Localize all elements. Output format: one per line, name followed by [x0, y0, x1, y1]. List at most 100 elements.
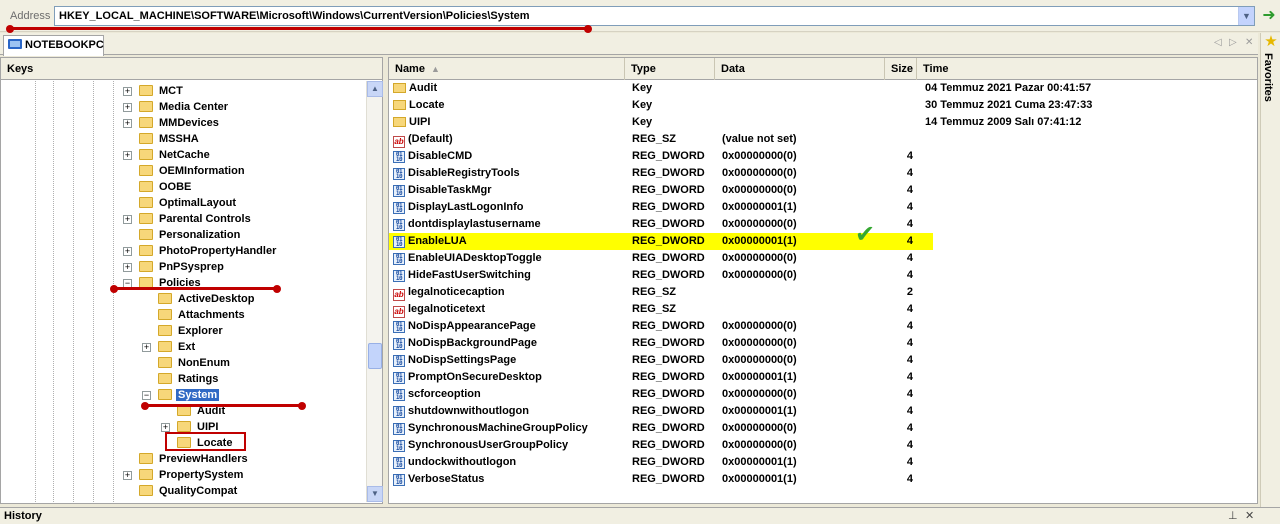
close-icon[interactable]: ✕: [1245, 509, 1254, 522]
collapse-icon[interactable]: −: [142, 391, 151, 400]
tree-item[interactable]: − System: [142, 387, 220, 403]
value-size-cell: 4: [885, 301, 913, 318]
address-input[interactable]: HKEY_LOCAL_MACHINE\SOFTWARE\Microsoft\Wi…: [54, 6, 1255, 26]
col-data[interactable]: Data: [715, 58, 885, 80]
value-row[interactable]: 01 10 NoDispSettingsPage REG_DWORD 0x0000000…: [389, 352, 1257, 369]
tree-item[interactable]: + Ext: [142, 339, 197, 355]
value-row[interactable]: 01 10 SynchronousUserGroupPolicy REG_DWORD 0…: [389, 437, 1257, 454]
expand-icon[interactable]: +: [123, 151, 132, 160]
value-row[interactable]: 01 10 EnableUIADesktopToggle REG_DWORD 0x000…: [389, 250, 1257, 267]
favorites-panel[interactable]: ★ Favorites: [1260, 33, 1280, 507]
value-name-cell: 01 10 NoDispAppearancePage: [393, 318, 625, 335]
value-row[interactable]: 01 10 DisableTaskMgr REG_DWORD 0x00000000(0)…: [389, 182, 1257, 199]
tree-item[interactable]: ActiveDesktop: [158, 291, 256, 307]
value-size-cell: 4: [885, 420, 913, 437]
value-name-cell: 01 10 DisableRegistryTools: [393, 165, 625, 182]
star-icon[interactable]: ★: [1263, 34, 1279, 50]
tab-next-icon[interactable]: ▷: [1229, 37, 1237, 48]
tree-guide-line: [35, 81, 36, 502]
tree-item[interactable]: + NetCache: [123, 147, 212, 163]
tree-item[interactable]: OOBE: [139, 179, 193, 195]
expand-icon[interactable]: +: [123, 119, 132, 128]
value-name: undockwithoutlogon: [408, 456, 517, 468]
scroll-up-icon[interactable]: ▲: [367, 81, 383, 97]
go-arrow-icon[interactable]: ➜: [1260, 7, 1278, 25]
value-row[interactable]: Locate Key 30 Temmuz 2021 Cuma 23:47:33: [389, 97, 1257, 114]
value-row[interactable]: 01 10 DisplayLastLogonInfo REG_DWORD 0x00000…: [389, 199, 1257, 216]
tree-item[interactable]: + PropertySystem: [123, 467, 245, 483]
tree-item[interactable]: Personalization: [139, 227, 242, 243]
value-data: 0x00000001(1): [722, 201, 797, 213]
value-type-cell: REG_DWORD: [632, 199, 718, 216]
value-size-cell: 4: [885, 267, 913, 284]
value-row[interactable]: ab legalnoticecaption REG_SZ 2: [389, 284, 1257, 301]
scroll-down-icon[interactable]: ▼: [367, 486, 383, 502]
value-row[interactable]: 01 10 SynchronousMachineGroupPolicy REG_DWO…: [389, 420, 1257, 437]
value-type: REG_DWORD: [632, 167, 705, 179]
tab-notebookpc[interactable]: NOTEBOOKPC: [3, 35, 104, 56]
tree-item[interactable]: QualityCompat: [139, 483, 239, 499]
value-name-cell: 01 10 dontdisplaylastusername: [393, 216, 625, 233]
value-row[interactable]: Audit Key 04 Temmuz 2021 Pazar 00:41:57: [389, 80, 1257, 97]
value-row[interactable]: 01 10 NoDispAppearancePage REG_DWORD 0x00000…: [389, 318, 1257, 335]
value-row[interactable]: ab legalnoticetext REG_SZ 4: [389, 301, 1257, 318]
tree-item[interactable]: OEMInformation: [139, 163, 247, 179]
scroll-thumb[interactable]: [368, 343, 382, 369]
value-size-cell: 4: [885, 471, 913, 488]
value-row[interactable]: 01 10 VerboseStatus REG_DWORD 0x00000001(1) 4: [389, 471, 1257, 488]
tree-item[interactable]: + MMDevices: [123, 115, 221, 131]
value-type-cell: REG_DWORD: [632, 403, 718, 420]
value-row[interactable]: 01 10 EnableLUA REG_DWORD 0x00000001(1) 4: [389, 233, 933, 250]
col-type[interactable]: Type: [625, 58, 715, 80]
value-size: 4: [906, 371, 913, 383]
tree-item[interactable]: + MCT: [123, 83, 185, 99]
chevron-down-icon[interactable]: ▼: [1238, 7, 1254, 25]
expand-icon[interactable]: +: [161, 423, 170, 432]
value-row[interactable]: ab (Default) REG_SZ (value not set): [389, 131, 1257, 148]
tree-item[interactable]: Explorer: [158, 323, 225, 339]
value-row[interactable]: 01 10 shutdownwithoutlogon REG_DWORD 0x00000…: [389, 403, 1257, 420]
value-name-cell: 01 10 HideFastUserSwitching: [393, 267, 625, 284]
expand-icon[interactable]: +: [123, 215, 132, 224]
expand-icon[interactable]: +: [123, 87, 132, 96]
value-row[interactable]: UIPI Key 14 Temmuz 2009 Salı 07:41:12: [389, 114, 1257, 131]
expand-icon[interactable]: +: [123, 247, 132, 256]
tree-item[interactable]: NonEnum: [158, 355, 232, 371]
folder-icon: [158, 389, 172, 400]
value-row[interactable]: 01 10 DisableRegistryTools REG_DWORD 0x00000…: [389, 165, 1257, 182]
tree-item-label: OOBE: [159, 181, 192, 193]
tree-item[interactable]: Ratings: [158, 371, 220, 387]
value-row[interactable]: 01 10 undockwithoutlogon REG_DWORD 0x0000000…: [389, 454, 1257, 471]
tree-item[interactable]: + Media Center: [123, 99, 230, 115]
value-size-cell: 4: [885, 165, 913, 182]
tree-item[interactable]: + Parental Controls: [123, 211, 253, 227]
value-row[interactable]: 01 10 HideFastUserSwitching REG_DWORD 0x0000…: [389, 267, 1257, 284]
tree-item[interactable]: OptimalLayout: [139, 195, 238, 211]
value-row[interactable]: 01 10 dontdisplaylastusername REG_DWORD 0x00…: [389, 216, 1257, 233]
col-size[interactable]: Size: [885, 58, 917, 80]
tree-item[interactable]: MSSHA: [139, 131, 201, 147]
value-type-cell: REG_DWORD: [632, 267, 718, 284]
folder-icon: [139, 261, 153, 272]
expand-icon[interactable]: +: [142, 343, 151, 352]
tree-item[interactable]: + PnPSysprep: [123, 259, 226, 275]
tree-item-label: PreviewHandlers: [159, 453, 248, 465]
tree-item[interactable]: Attachments: [158, 307, 247, 323]
pin-icon[interactable]: ⊥: [1228, 509, 1238, 522]
expand-icon[interactable]: +: [123, 471, 132, 480]
tree-item[interactable]: + PhotoPropertyHandler: [123, 243, 278, 259]
value-row[interactable]: 01 10 scforceoption REG_DWORD 0x00000000(0) 4: [389, 386, 1257, 403]
tab-prev-icon[interactable]: ◁: [1214, 37, 1222, 48]
col-time[interactable]: Time: [917, 58, 1257, 80]
tree-item[interactable]: PreviewHandlers: [139, 451, 250, 467]
keys-scrollbar[interactable]: ▲ ▼: [366, 81, 383, 502]
expand-icon[interactable]: +: [123, 263, 132, 272]
col-name[interactable]: Name ▲: [389, 58, 625, 80]
tab-close-icon[interactable]: ✕: [1245, 37, 1253, 48]
expand-icon[interactable]: +: [123, 103, 132, 112]
value-data-cell: 0x00000000(0): [722, 318, 887, 335]
value-row[interactable]: 01 10 PromptOnSecureDesktop REG_DWORD 0x0000…: [389, 369, 1257, 386]
value-row[interactable]: 01 10 NoDispBackgroundPage REG_DWORD 0x00000…: [389, 335, 1257, 352]
value-row[interactable]: 01 10 DisableCMD REG_DWORD 0x00000000(0) 4: [389, 148, 1257, 165]
value-data: 0x00000001(1): [722, 456, 797, 468]
